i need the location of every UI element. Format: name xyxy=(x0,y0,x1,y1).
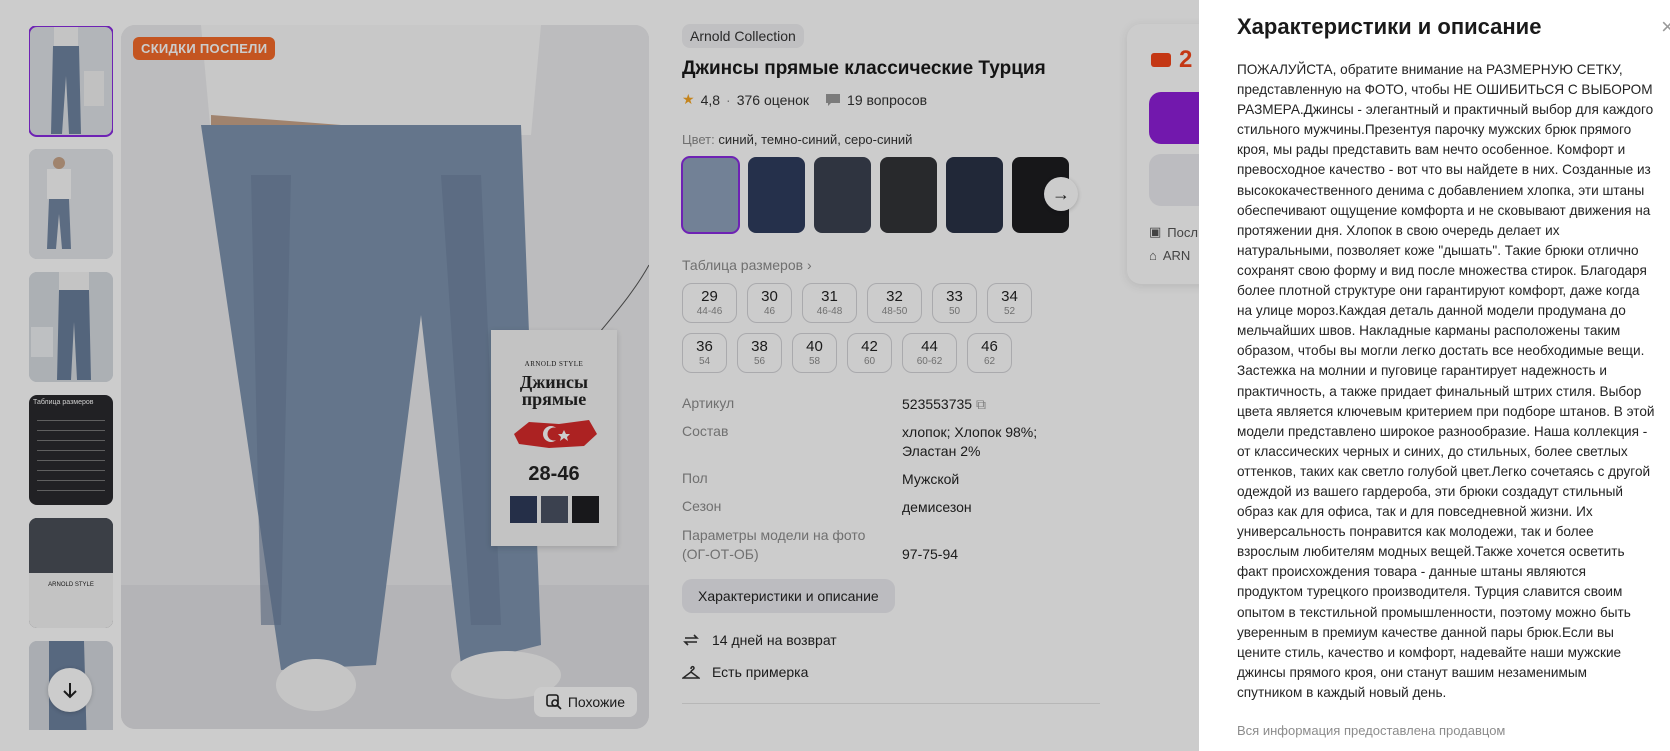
seller-info-note: Вся информация предоставлена продавцом xyxy=(1237,723,1506,738)
product-page: Таблица размеров ARNOLD STYLE СКИДКИ ПОС… xyxy=(0,0,1670,751)
characteristics-panel: Характеристики и описание × ПОЖАЛУЙСТА, … xyxy=(1199,0,1670,751)
product-description: ПОЖАЛУЙСТА, обратите внимание на РАЗМЕРН… xyxy=(1237,62,1655,700)
panel-title: Характеристики и описание xyxy=(1237,14,1542,39)
modal-overlay[interactable] xyxy=(0,0,1199,751)
close-icon[interactable]: × xyxy=(1661,14,1670,40)
